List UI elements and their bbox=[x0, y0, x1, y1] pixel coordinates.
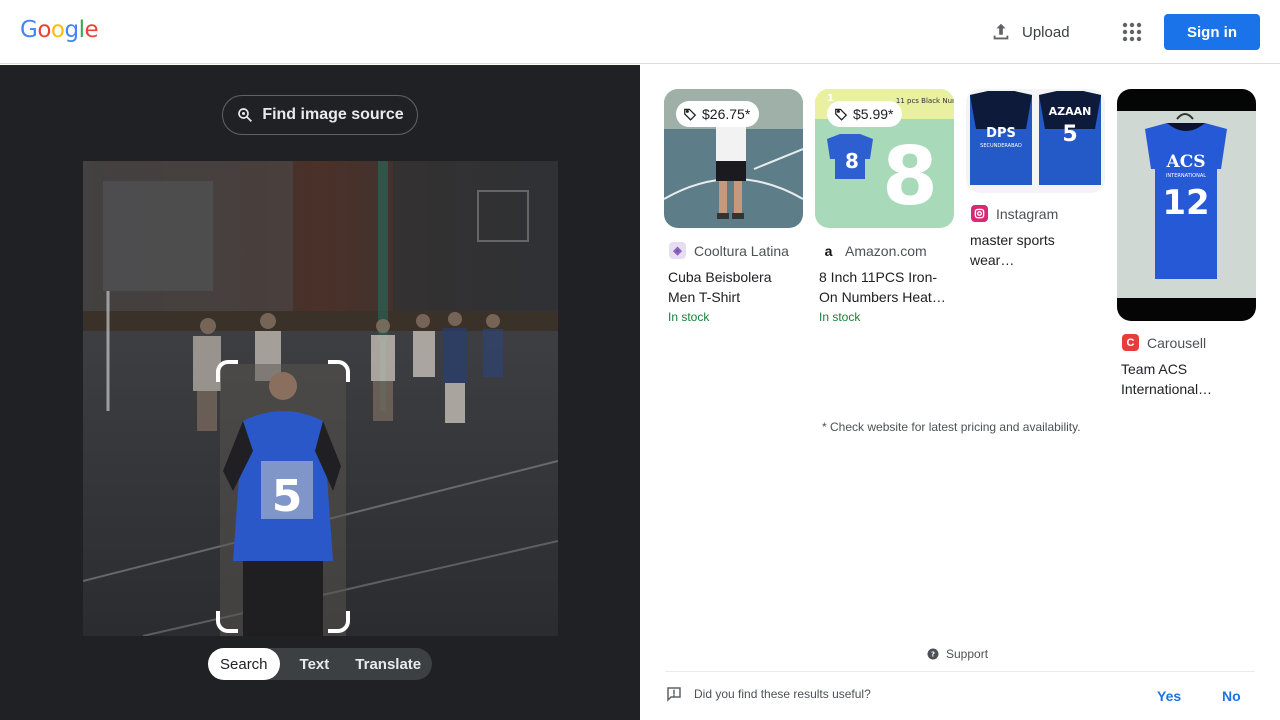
upload-icon bbox=[993, 23, 1009, 40]
title-line: Men T-Shirt bbox=[668, 289, 741, 305]
amazon-favicon-icon: a bbox=[820, 242, 837, 259]
pricing-note: * Check website for latest pricing and a… bbox=[822, 420, 1081, 434]
result-thumbnail[interactable]: ACS INTERNATIONAL 12 bbox=[1117, 89, 1256, 321]
mode-search[interactable]: Search bbox=[208, 648, 280, 680]
feedback-prompt: Did you find these results useful? bbox=[665, 685, 871, 703]
result-title[interactable]: Team ACS International… bbox=[1121, 359, 1256, 399]
price-badge: $5.99* bbox=[827, 101, 903, 127]
crop-handle-bottom-left[interactable] bbox=[216, 611, 238, 633]
result-title[interactable]: 8 Inch 11PCS Iron- On Numbers Heat… bbox=[819, 267, 954, 307]
title-line: wear… bbox=[970, 252, 1015, 268]
title-line: International… bbox=[1121, 381, 1213, 397]
result-thumbnail[interactable]: $26.75* bbox=[664, 89, 803, 228]
thumb-big-number: 8 bbox=[882, 130, 938, 223]
title-line: 8 Inch 11PCS Iron- bbox=[819, 269, 938, 285]
crop-handle-bottom-right[interactable] bbox=[328, 611, 350, 633]
result-thumbnail[interactable]: 8 8 11 pcs Black Numbers 1 $5.99* bbox=[815, 89, 954, 228]
carousell-favicon-icon: C bbox=[1122, 334, 1139, 351]
title-line: Cuba Beisbolera bbox=[668, 269, 772, 285]
result-card[interactable]: 8 8 11 pcs Black Numbers 1 $5.99* a Amaz… bbox=[815, 89, 954, 324]
lens-search-icon bbox=[238, 108, 253, 122]
result-source: Instagram bbox=[971, 205, 1105, 222]
footer-divider bbox=[665, 671, 1255, 672]
logo-letter: o bbox=[50, 17, 65, 43]
title-line: On Numbers Heat… bbox=[819, 289, 946, 305]
svg-text:?: ? bbox=[931, 651, 935, 659]
feedback-question: Did you find these results useful? bbox=[694, 687, 871, 701]
result-card[interactable]: ACS INTERNATIONAL 12 C Carousell Team AC… bbox=[1117, 89, 1256, 399]
support-label: Support bbox=[946, 647, 989, 661]
instagram-favicon-icon bbox=[971, 205, 988, 222]
title-line: master sports bbox=[970, 232, 1055, 248]
feedback-icon bbox=[667, 687, 681, 702]
feedback-yes-button[interactable]: Yes bbox=[1157, 688, 1181, 704]
result-source: a Amazon.com bbox=[820, 242, 954, 259]
google-logo[interactable]: Google bbox=[20, 17, 99, 43]
result-card[interactable]: $26.75* ◈ Cooltura Latina Cuba Beisboler… bbox=[664, 89, 803, 324]
source-name: Cooltura Latina bbox=[694, 242, 789, 259]
stock-status: In stock bbox=[668, 310, 710, 324]
result-title[interactable]: master sports wear… bbox=[970, 230, 1105, 270]
thumb-right-jersey-text: AZAAN bbox=[1049, 105, 1092, 118]
thumb-left-sub-text: SECUNDERABAD bbox=[980, 143, 1022, 149]
thumb-jersey-number: 8 bbox=[845, 149, 859, 173]
thumb-left-jersey-text: DPS bbox=[986, 126, 1016, 141]
thumb-corner-text: 11 pcs Black Numbers bbox=[896, 97, 954, 105]
find-image-source-button[interactable]: Find image source bbox=[222, 95, 418, 135]
sign-in-button[interactable]: Sign in bbox=[1164, 14, 1260, 50]
source-name: Instagram bbox=[996, 205, 1059, 222]
crop-handle-top-right[interactable] bbox=[328, 360, 350, 382]
logo-letter: o bbox=[37, 17, 51, 43]
thumb-sub-text: INTERNATIONAL bbox=[1166, 173, 1206, 179]
price-text: $26.75* bbox=[702, 106, 751, 122]
lens-panel: Find image source 5 Search Text Translat… bbox=[0, 65, 640, 720]
upload-label: Upload bbox=[1022, 23, 1070, 41]
source-name: Carousell bbox=[1147, 334, 1207, 351]
upload-button[interactable]: Upload bbox=[990, 18, 1070, 46]
result-source: C Carousell bbox=[1122, 334, 1256, 351]
support-link[interactable]: ? Support bbox=[927, 647, 988, 661]
lens-mode-switcher: Search Text Translate bbox=[208, 648, 432, 680]
result-thumbnail[interactable]: DPS SECUNDERABAD AZAAN 5 bbox=[966, 89, 1105, 193]
logo-letter: G bbox=[20, 17, 38, 43]
top-bar: Google Upload Sign in bbox=[0, 0, 1280, 64]
thumb-number: 12 bbox=[1162, 183, 1209, 223]
thumb-right-number: 5 bbox=[1062, 122, 1077, 147]
visual-matches-panel: $26.75* ◈ Cooltura Latina Cuba Beisboler… bbox=[640, 65, 1280, 720]
source-name: Amazon.com bbox=[845, 242, 927, 259]
stock-status: In stock bbox=[819, 310, 861, 324]
mode-text[interactable]: Text bbox=[288, 648, 342, 680]
cooltura-favicon-icon: ◈ bbox=[669, 242, 686, 259]
mode-translate[interactable]: Translate bbox=[343, 648, 433, 680]
tag-icon bbox=[835, 108, 848, 121]
price-text: $5.99* bbox=[853, 106, 894, 122]
find-image-source-label: Find image source bbox=[262, 106, 404, 123]
price-badge: $26.75* bbox=[676, 101, 760, 127]
feedback-no-button[interactable]: No bbox=[1222, 688, 1241, 704]
crop-selection-box[interactable] bbox=[216, 360, 350, 633]
result-title[interactable]: Cuba Beisbolera Men T-Shirt bbox=[668, 267, 803, 307]
logo-letter: e bbox=[84, 17, 99, 43]
tag-icon bbox=[684, 108, 697, 121]
result-source: ◈ Cooltura Latina bbox=[669, 242, 803, 259]
result-card[interactable]: DPS SECUNDERABAD AZAAN 5 Instagram maste… bbox=[966, 89, 1105, 270]
title-line: Team ACS bbox=[1121, 361, 1188, 377]
help-icon: ? bbox=[927, 648, 939, 660]
crop-handle-top-left[interactable] bbox=[216, 360, 238, 382]
apps-grid-icon[interactable] bbox=[1120, 20, 1144, 44]
logo-letter: g bbox=[64, 17, 79, 43]
thumb-brand-text: ACS bbox=[1166, 152, 1206, 172]
